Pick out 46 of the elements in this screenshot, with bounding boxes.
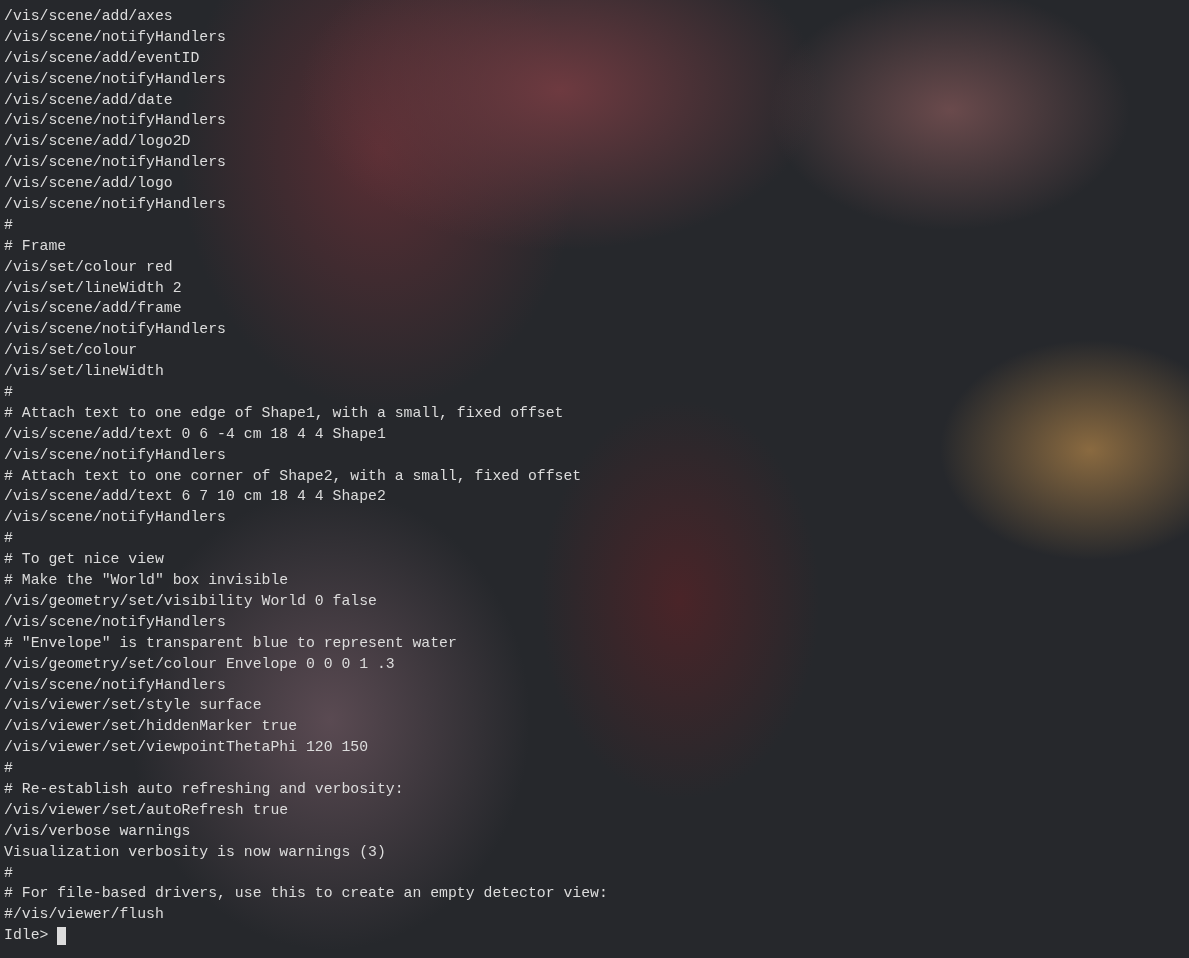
output-line: /vis/viewer/set/viewpointThetaPhi 120 150 (4, 738, 370, 758)
output-line: /vis/scene/notifyHandlers (4, 27, 227, 47)
output-line: # To get nice view (4, 550, 165, 570)
output-line: /vis/scene/notifyHandlers (4, 320, 227, 340)
output-line: # (4, 863, 14, 883)
prompt-text: Idle> (4, 926, 49, 946)
output-line: /vis/set/lineWidth (4, 362, 165, 382)
output-line: /vis/scene/add/date (4, 90, 174, 110)
output-line: /vis/scene/notifyHandlers (4, 612, 227, 632)
output-line: /vis/scene/notifyHandlers (4, 195, 227, 214)
output-line: /vis/set/lineWidth 2 (4, 278, 183, 298)
output-line: /vis/scene/add/axes (4, 7, 174, 26)
output-line: # (4, 383, 14, 403)
output-line: # Attach text to one edge of Shape1, with a small, fixed offset (4, 403, 565, 423)
output-line: /vis/scene/notifyHandlers (4, 675, 227, 695)
output-line: /vis/verbose warnings (4, 821, 192, 841)
output-line: /vis/viewer/set/hiddenMarker true (4, 717, 299, 737)
output-line: /vis/scene/add/text 0 6 -4 cm 18 4 4 Shape1 (4, 424, 387, 444)
output-line: /vis/scene/notifyHandlers (4, 153, 227, 173)
output-line: /vis/scene/notifyHandlers (4, 445, 227, 465)
output-line: #/vis/viewer/flush (4, 905, 165, 925)
output-line: /vis/geometry/set/colour Envelope 0 0 0 1 .3 (4, 654, 396, 674)
output-line: # Make the "World" box invisible (4, 571, 290, 591)
output-line: /vis/viewer/set/style surface (4, 696, 263, 716)
output-line: /vis/scene/notifyHandlers (4, 111, 227, 131)
output-line: # Attach text to one corner of Shape2, with a small, fixed offset (4, 466, 583, 486)
output-line: # Frame (4, 236, 68, 256)
output-line: # (4, 759, 14, 779)
output-line: # For file-based drivers, use this to create an empty detector view: (4, 884, 609, 904)
output-line: /vis/scene/notifyHandlers (4, 69, 227, 89)
output-line: # Re-establish auto refreshing and verbosity: (4, 779, 405, 799)
output-line: /vis/scene/add/text 6 7 10 cm 18 4 4 Shape2 (4, 487, 387, 507)
output-line: /vis/set/colour (4, 341, 139, 361)
output-line: # (4, 529, 14, 549)
text-cursor (57, 926, 67, 945)
output-line: # "Envelope" is transparent blue to represent water (4, 633, 458, 653)
output-line: Visualization verbosity is now warnings (3) (4, 842, 387, 862)
output-line: /vis/scene/add/logo2D (4, 132, 192, 152)
output-line: /vis/scene/add/frame (4, 299, 183, 319)
output-line: /vis/scene/add/eventID (4, 48, 201, 68)
output-line: /vis/scene/add/logo (4, 174, 174, 194)
output-line: # (4, 215, 14, 235)
output-line: /vis/set/colour red (4, 257, 174, 277)
output-line: /vis/scene/notifyHandlers (4, 508, 227, 528)
output-line: /vis/viewer/set/autoRefresh true (4, 800, 290, 820)
output-line: /vis/geometry/set/visibility World 0 false (4, 591, 378, 611)
